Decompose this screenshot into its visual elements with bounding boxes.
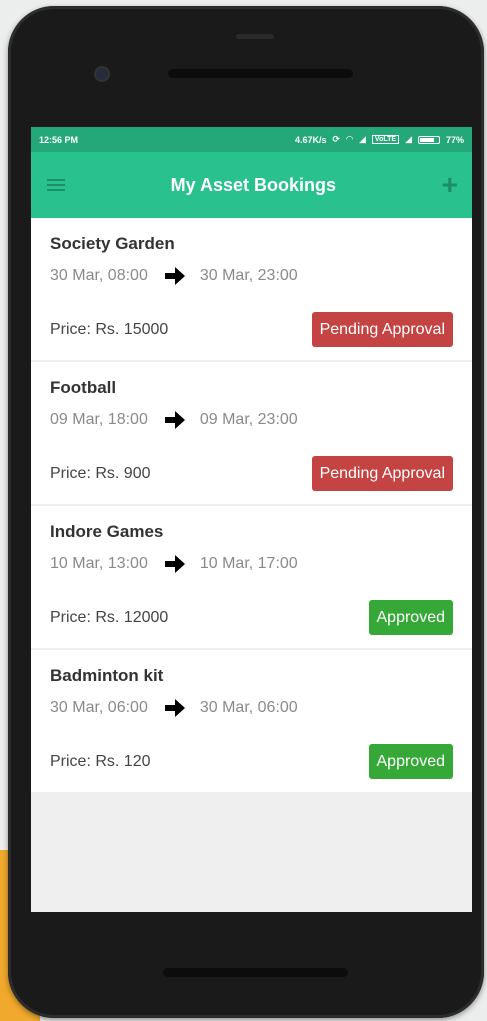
booking-end: 09 Mar, 23:00	[199, 411, 298, 428]
signal-icon-2: ◢	[405, 134, 412, 144]
arrow-right-icon	[164, 699, 185, 717]
front-camera	[94, 66, 110, 82]
wifi-icon: ◠	[346, 134, 353, 144]
booking-end: 30 Mar, 06:00	[199, 699, 298, 716]
status-bar: 12:56 PM 4.67K/s ⟳ ◠ ◢ VoLTE ◢ 77%	[31, 127, 472, 152]
app-bar: My Asset Bookings +	[31, 152, 472, 218]
booking-start: 30 Mar, 08:00	[50, 267, 148, 284]
sync-icon: ⟳	[332, 134, 341, 144]
arrow-right-icon	[164, 411, 185, 429]
status-badge[interactable]: Pending Approval	[311, 312, 453, 347]
booking-card[interactable]: Badminton kit 30 Mar, 06:00 30 Mar, 06:0…	[31, 650, 472, 792]
battery-percent: 77%	[445, 134, 464, 145]
booking-price-row: Price: Rs. 15000 Pending Approval	[50, 312, 453, 347]
page-title: My Asset Bookings	[170, 174, 336, 195]
hamburger-menu-icon[interactable]	[47, 179, 65, 191]
plus-icon[interactable]: +	[442, 171, 458, 199]
booking-start: 30 Mar, 06:00	[50, 699, 148, 716]
phone-top-slit	[236, 34, 274, 39]
booking-end: 30 Mar, 23:00	[199, 267, 298, 284]
status-icons: 4.67K/s ⟳ ◠ ◢ VoLTE ◢ 77%	[295, 134, 464, 145]
booking-price: Price: Rs. 15000	[50, 320, 169, 338]
phone-screen: 12:56 PM 4.67K/s ⟳ ◠ ◢ VoLTE ◢ 77% My As…	[31, 127, 472, 912]
booking-card[interactable]: Indore Games 10 Mar, 13:00 10 Mar, 17:00…	[31, 506, 472, 648]
earpiece-speaker	[168, 69, 353, 78]
status-badge[interactable]: Pending Approval	[311, 456, 453, 491]
booking-name: Football	[50, 378, 117, 397]
bookings-list: Society Garden 30 Mar, 08:00 30 Mar, 23:…	[31, 218, 472, 792]
booking-card[interactable]: Society Garden 30 Mar, 08:00 30 Mar, 23:…	[31, 218, 472, 360]
booking-price-row: Price: Rs. 12000 Approved	[50, 600, 453, 635]
booking-price-row: Price: Rs. 900 Pending Approval	[50, 456, 453, 491]
arrow-right-icon	[164, 267, 185, 285]
arrow-right-icon	[164, 555, 185, 573]
booking-card[interactable]: Football 09 Mar, 18:00 09 Mar, 23:00 Pri…	[31, 362, 472, 504]
booking-date-range: 09 Mar, 18:00 09 Mar, 23:00	[50, 411, 453, 429]
volte-label: VoLTE	[371, 135, 400, 144]
booking-name: Society Garden	[50, 234, 175, 253]
booking-date-range: 30 Mar, 06:00 30 Mar, 06:00	[50, 699, 453, 717]
booking-price: Price: Rs. 12000	[50, 608, 169, 626]
booking-price: Price: Rs. 900	[50, 464, 151, 482]
booking-start: 09 Mar, 18:00	[50, 411, 148, 428]
booking-price: Price: Rs. 120	[50, 752, 151, 770]
booking-name: Badminton kit	[50, 666, 164, 685]
booking-price-row: Price: Rs. 120 Approved	[50, 744, 453, 779]
status-badge[interactable]: Approved	[368, 600, 453, 635]
booking-end: 10 Mar, 17:00	[199, 555, 298, 572]
bottom-speaker	[163, 968, 348, 977]
network-speed: 4.67K/s	[295, 134, 327, 145]
battery-icon	[417, 135, 440, 144]
booking-name: Indore Games	[50, 522, 164, 541]
status-time: 12:56 PM	[39, 134, 79, 145]
signal-icon: ◢	[359, 134, 366, 144]
booking-date-range: 10 Mar, 13:00 10 Mar, 17:00	[50, 555, 453, 573]
booking-start: 10 Mar, 13:00	[50, 555, 148, 572]
status-badge[interactable]: Approved	[368, 744, 453, 779]
booking-date-range: 30 Mar, 08:00 30 Mar, 23:00	[50, 267, 453, 285]
